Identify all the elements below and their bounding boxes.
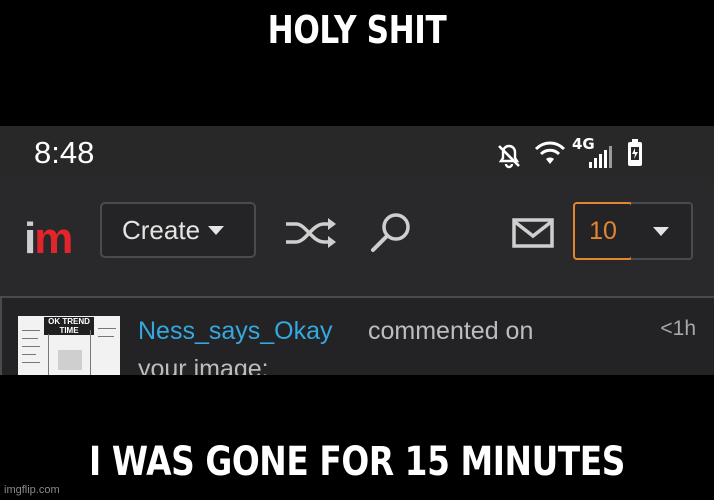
thumbnail-title: OK TREND TIME xyxy=(44,317,94,335)
bottom-caption: I WAS GONE FOR 15 MINUTES xyxy=(89,439,625,485)
notification-count-button[interactable]: 10 xyxy=(573,202,633,260)
mail-icon[interactable] xyxy=(512,218,554,248)
notification-thumbnail[interactable]: OK TREND TIME xyxy=(18,316,120,375)
notification-second-line: your image: xyxy=(138,355,269,375)
notification-panel: OK TREND TIME Ness_says_Okay commented o… xyxy=(0,296,714,375)
shuffle-icon[interactable] xyxy=(284,216,338,250)
chevron-down-icon xyxy=(208,225,225,235)
logo-letter-m: m xyxy=(34,214,73,263)
bell-muted-icon xyxy=(498,144,520,169)
wifi-icon xyxy=(534,141,566,164)
battery-icon xyxy=(628,139,642,166)
chevron-down-icon xyxy=(653,226,669,236)
notification-dropdown-button[interactable] xyxy=(631,202,693,260)
notification-item[interactable]: OK TREND TIME Ness_says_Okay commented o… xyxy=(0,298,714,375)
top-caption: HOLY SHIT xyxy=(267,8,447,52)
status-icons: 4G xyxy=(494,136,684,169)
signal-icon xyxy=(589,146,612,168)
top-navigation-bar: im Create 10 xyxy=(0,178,714,296)
notification-username-link[interactable]: Ness_says_Okay xyxy=(138,316,333,346)
status-bar: 8:48 4G xyxy=(0,126,714,178)
create-button[interactable]: Create xyxy=(100,202,256,258)
create-button-label: Create xyxy=(122,214,201,245)
phone-screenshot: 8:48 4G im Create 10 OK TREND TIME Ness_… xyxy=(0,126,714,375)
logo-letter-i: i xyxy=(24,214,36,263)
search-icon[interactable] xyxy=(368,210,414,256)
notification-action-text: commented on xyxy=(368,317,534,345)
notification-time: <1h xyxy=(660,317,696,340)
status-time: 8:48 xyxy=(34,135,95,170)
watermark: imgflip.com xyxy=(4,484,60,496)
imgflip-logo[interactable]: im xyxy=(24,214,73,263)
